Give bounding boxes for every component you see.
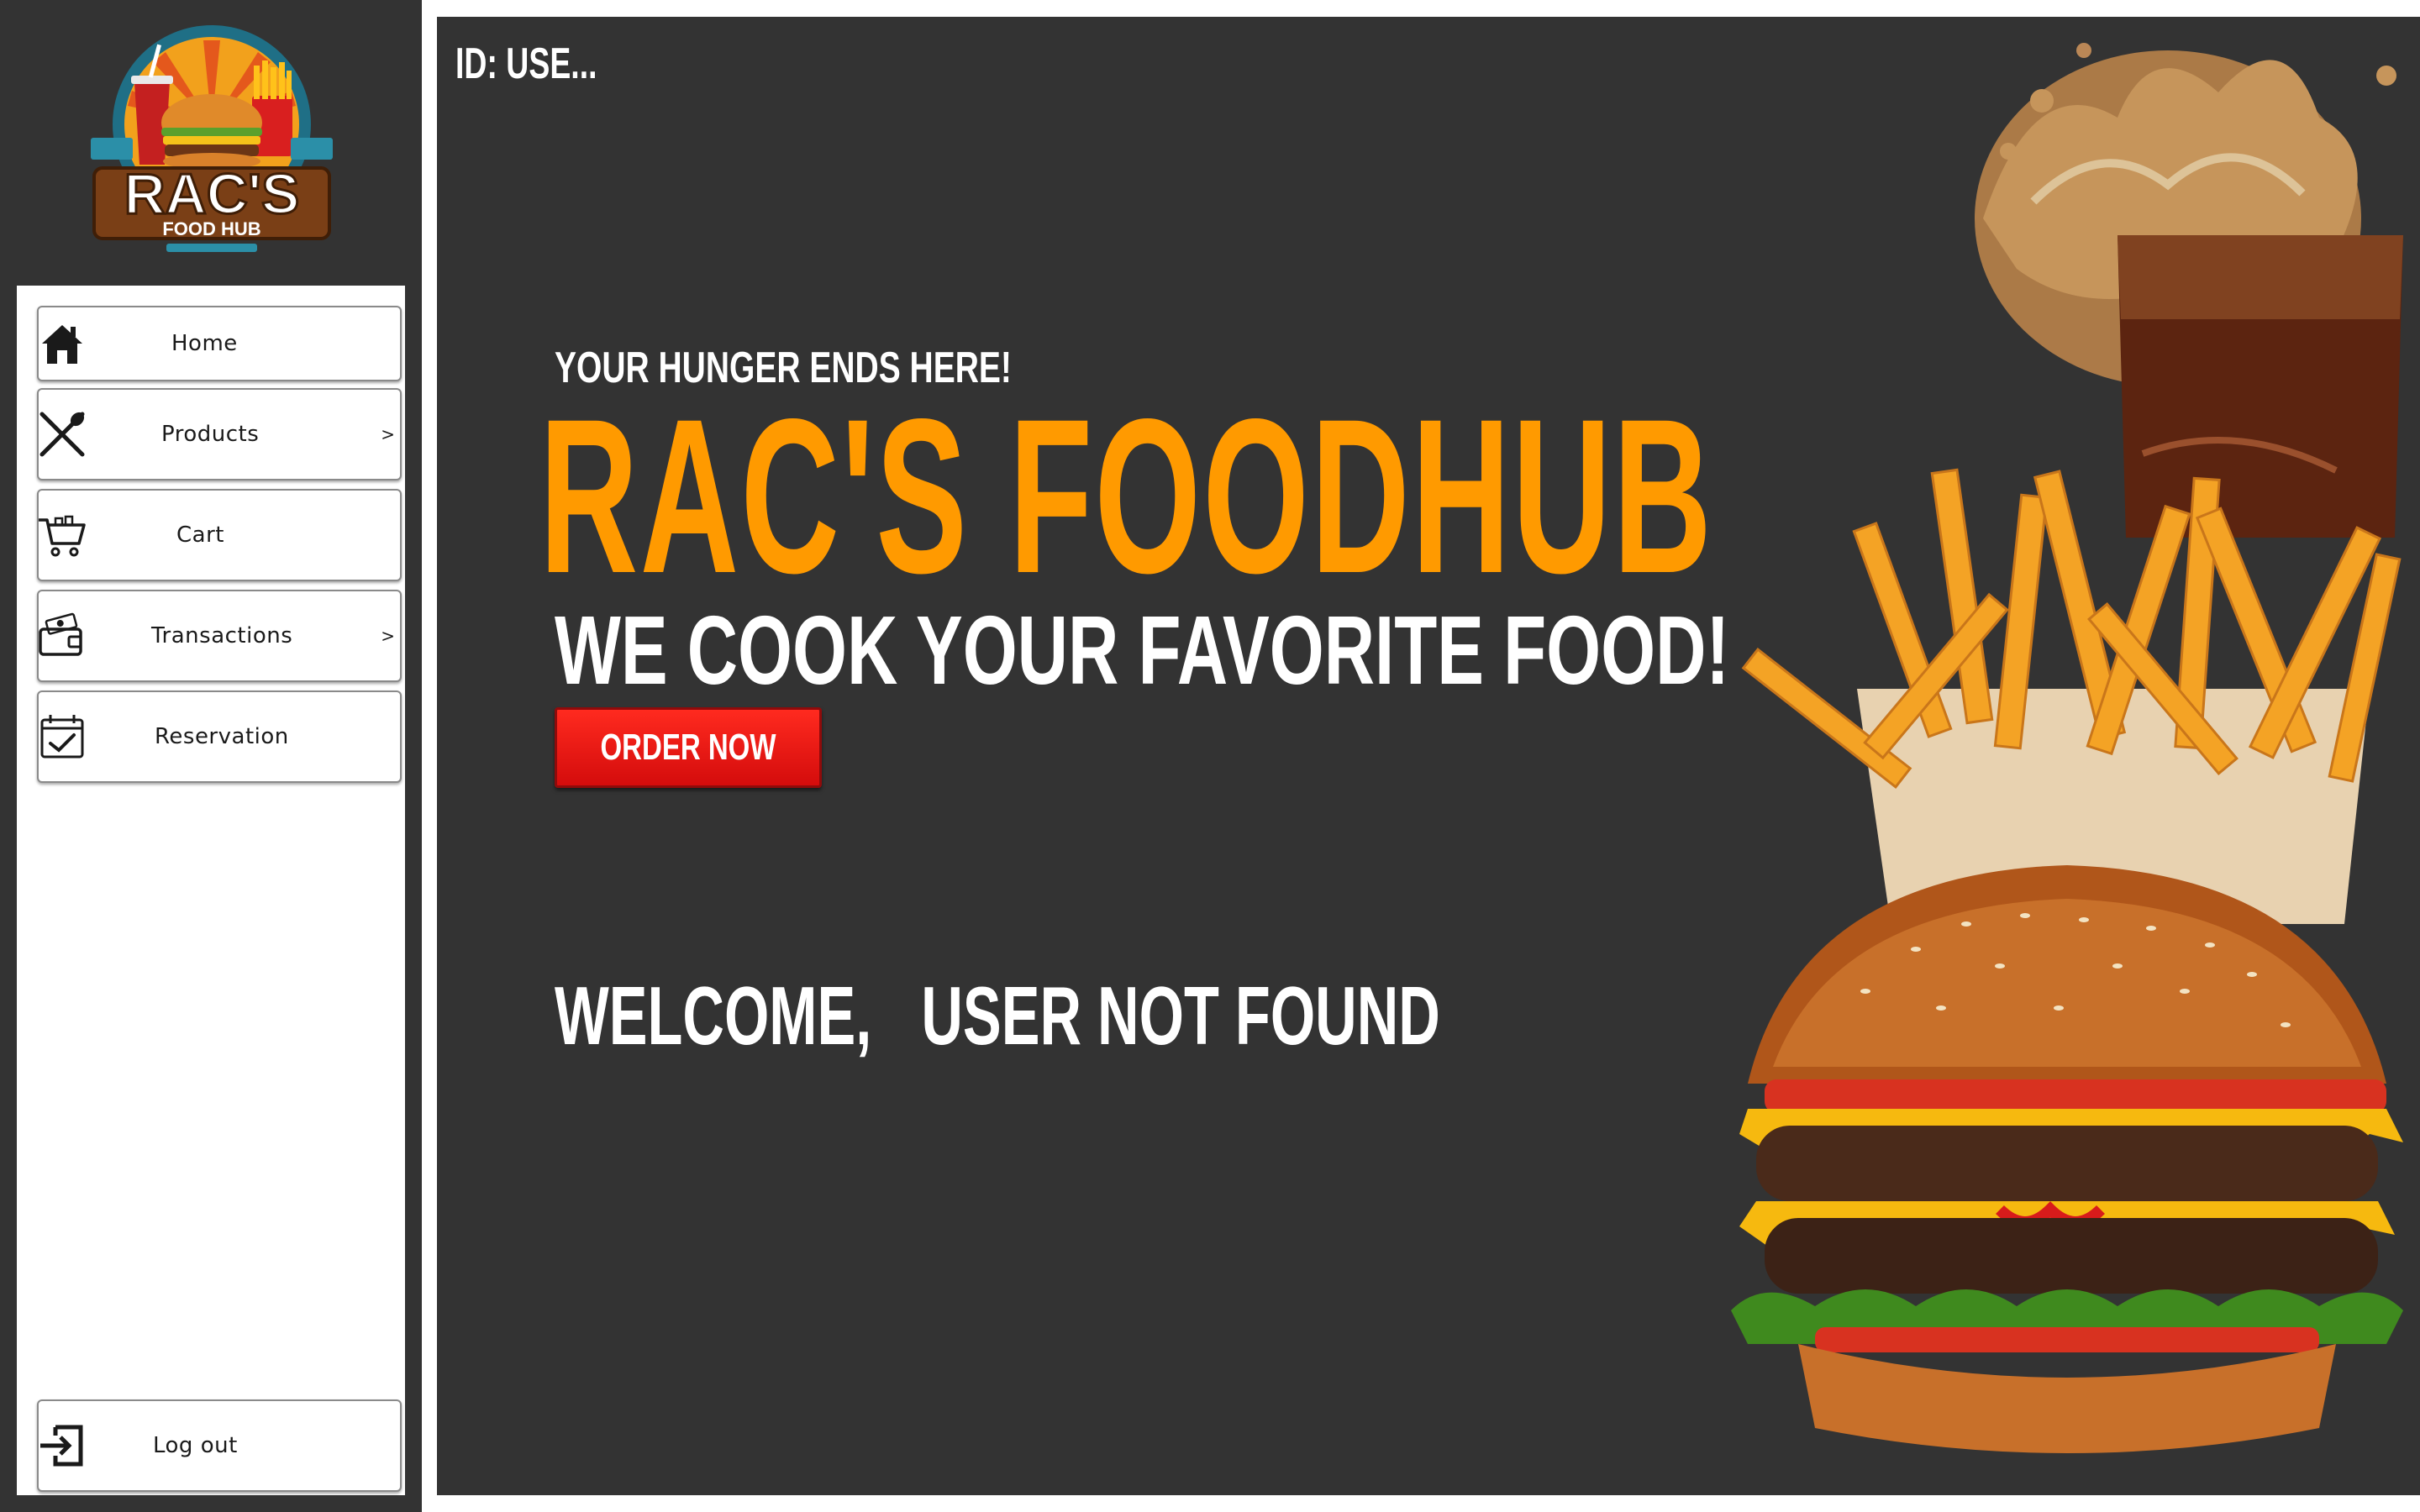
welcome-message: WELCOME, USER NOT FOUND (555, 974, 1440, 1057)
logo-text: RAC'S (124, 162, 300, 226)
submenu-chevron: > (381, 626, 395, 646)
cart-icon (39, 515, 86, 557)
fork-spoon-icon (39, 412, 85, 457)
brand-logo: RAC'S FOOD HUB (86, 24, 338, 259)
brand-title: RAC'S FOODHUB (539, 373, 1714, 619)
food-hero-image (1731, 43, 2403, 1453)
sidebar-item-label: Cart (176, 522, 224, 548)
logout-label: Log out (153, 1433, 238, 1458)
sidebar-item-label: Transactions (151, 623, 293, 648)
sidebar-item-cart[interactable]: Cart (37, 489, 402, 581)
sidebar-item-reservation[interactable]: Reservation (37, 690, 402, 783)
main-panel: ID: USE... YOUR HUNGER ENDS HERE! RAC'S … (437, 17, 2420, 1495)
order-now-label: ORDER NOW (600, 727, 776, 768)
logo-subtext: FOOD HUB (162, 218, 260, 239)
sidebar-item-products[interactable]: Products > (37, 388, 402, 480)
home-icon (42, 325, 82, 364)
wallet-icon (39, 612, 82, 656)
submenu-chevron: > (381, 424, 395, 444)
navigation-panel: Home Products > Cart Transactions > Rese… (17, 286, 405, 1495)
welcome-username: USER NOT FOUND (921, 969, 1440, 1062)
sidebar-item-label: Home (171, 331, 238, 356)
logo-graphic: RAC'S FOOD HUB (91, 25, 333, 252)
calendar-check-icon (40, 715, 84, 759)
sidebar-item-transactions[interactable]: Transactions > (37, 590, 402, 682)
order-now-button[interactable]: ORDER NOW (555, 707, 822, 788)
sidebar: RAC'S FOOD HUB Home Products > Cart Tran… (0, 0, 422, 1512)
logout-button[interactable]: Log out (37, 1399, 402, 1492)
sidebar-item-home[interactable]: Home (37, 306, 402, 381)
sidebar-item-label: Reservation (155, 724, 289, 749)
logout-icon (40, 1425, 83, 1467)
welcome-prefix: WELCOME, (555, 969, 872, 1062)
subtitle: WE COOK YOUR FAVORITE FOOD! (555, 596, 1730, 705)
sidebar-item-label: Products (161, 422, 260, 447)
user-id-label: ID: USE... (455, 39, 597, 88)
